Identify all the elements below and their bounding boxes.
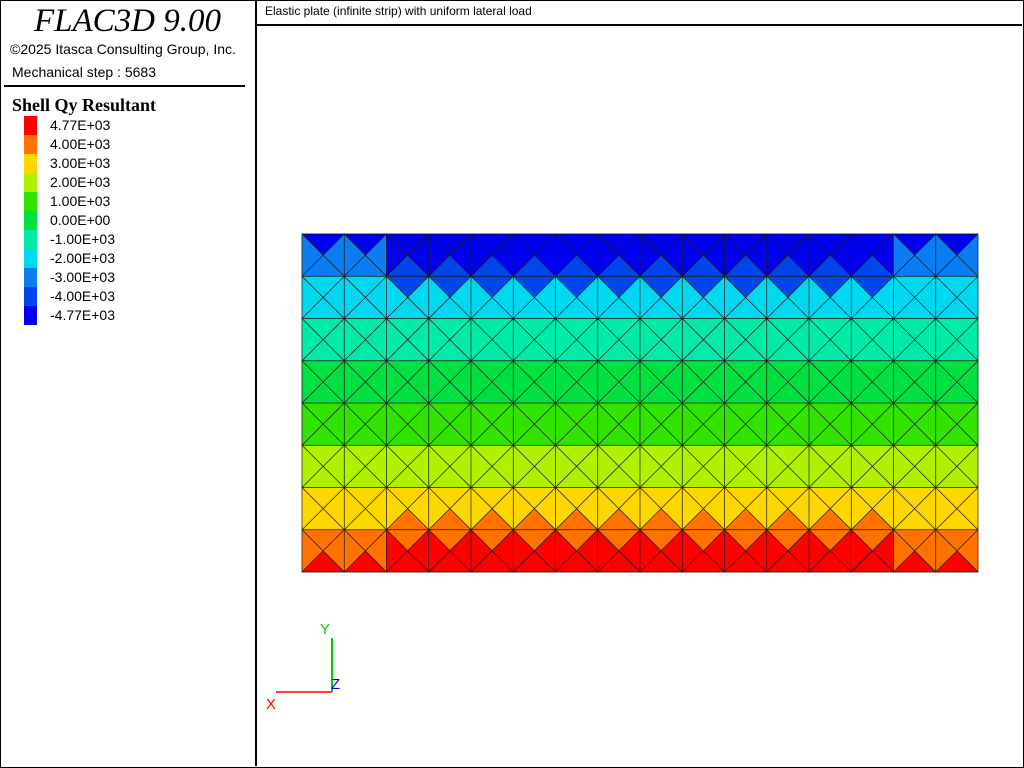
y-axis-label: Y bbox=[320, 621, 330, 638]
plate-contour-plot[interactable] bbox=[0, 0, 1024, 768]
z-axis-label: Z bbox=[331, 676, 340, 693]
x-axis-label: X bbox=[266, 696, 276, 713]
axis-triad: Y Z X bbox=[266, 621, 340, 713]
